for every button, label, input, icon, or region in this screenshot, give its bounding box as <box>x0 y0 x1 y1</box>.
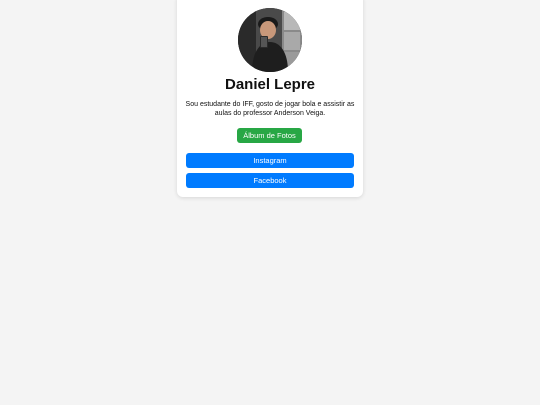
instagram-button[interactable]: Instagram <box>186 153 354 168</box>
profile-card: Daniel Lepre Sou estudante do IFF, gosto… <box>177 0 363 197</box>
profile-photo-icon <box>238 8 302 72</box>
facebook-button[interactable]: Facebook <box>186 173 354 188</box>
profile-avatar <box>238 8 302 72</box>
photo-album-button[interactable]: Álbum de Fotos <box>237 128 302 143</box>
profile-bio: Sou estudante do IFF, gosto de jogar bol… <box>185 101 355 117</box>
profile-name: Daniel Lepre <box>224 76 316 93</box>
